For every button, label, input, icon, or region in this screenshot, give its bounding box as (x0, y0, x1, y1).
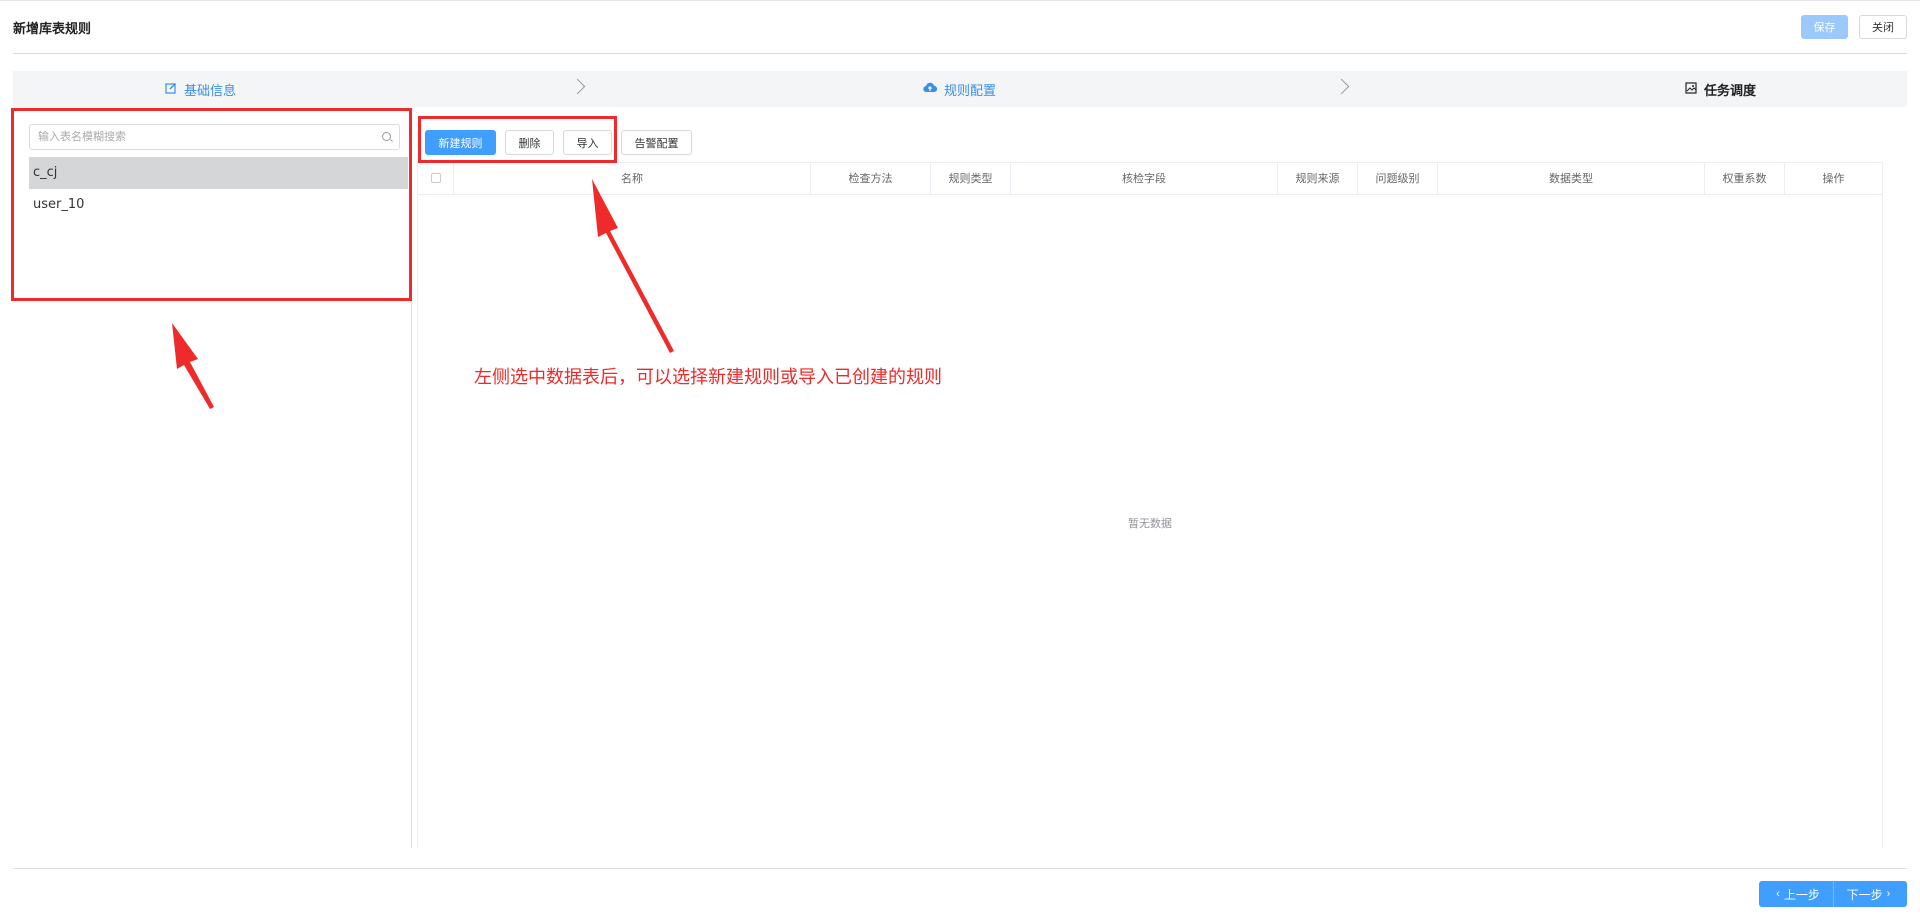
save-button[interactable]: 保存 (1801, 15, 1848, 39)
table-list-panel: c_cj user_10 (13, 108, 412, 848)
table-item-user-10[interactable]: user_10 (29, 189, 408, 221)
column-header-weight: 权重系数 (1705, 163, 1785, 194)
column-header-name: 名称 (454, 163, 811, 194)
new-rule-button[interactable]: 新建规则 (425, 130, 496, 155)
import-button[interactable]: 导入 (563, 130, 612, 155)
column-header-check-method: 检查方法 (811, 163, 931, 194)
step-rule-config[interactable]: 规则配置 (923, 71, 996, 107)
cloud-upload-icon (923, 82, 938, 96)
table-item-c-cj[interactable]: c_cj (29, 157, 408, 189)
step-basic-info[interactable]: 基础信息 (165, 71, 236, 107)
table-search (29, 124, 400, 150)
step-label: 任务调度 (1704, 83, 1757, 99)
column-header-rule-type: 规则类型 (931, 163, 1011, 194)
next-step-button[interactable]: 下一步 › (1834, 881, 1907, 907)
header-divider (13, 53, 1907, 54)
table-header: 名称 检查方法 规则类型 核检字段 规则来源 问题级别 数据类型 权重系数 操作 (418, 163, 1882, 195)
column-header-actions: 操作 (1822, 172, 1845, 185)
column-header-data-type: 数据类型 (1438, 163, 1705, 194)
next-step-label: 下一步 (1846, 887, 1883, 902)
step-chevron-icon (569, 78, 586, 95)
chevron-right-icon: › (1886, 888, 1891, 900)
search-icon[interactable] (382, 132, 391, 141)
picture-icon (1685, 81, 1697, 97)
edit-icon (165, 82, 177, 97)
annotation-text: 左侧选中数据表后，可以选择新建规则或导入已创建的规则 (474, 367, 942, 388)
page-header: 新增库表规则 保存 关闭 (0, 0, 1920, 54)
column-header-rule-source: 规则来源 (1278, 163, 1358, 194)
step-label: 基础信息 (184, 83, 237, 99)
step-chevron-icon (1333, 78, 1350, 95)
prev-step-label: 上一步 (1783, 887, 1820, 902)
rules-table: 名称 检查方法 规则类型 核检字段 规则来源 问题级别 数据类型 权重系数 操作… (417, 162, 1883, 848)
close-button[interactable]: 关闭 (1859, 15, 1907, 39)
column-header-check-field: 核检字段 (1011, 163, 1278, 194)
footer-divider (13, 868, 1907, 869)
page-title: 新增库表规则 (13, 22, 92, 37)
select-all-checkbox[interactable] (418, 163, 454, 194)
table-list: c_cj user_10 (29, 157, 408, 221)
chevron-left-icon: ‹ (1776, 888, 1780, 900)
delete-button[interactable]: 删除 (505, 130, 554, 155)
step-label: 规则配置 (944, 83, 997, 99)
step-pager: ‹ 上一步 下一步 › (1759, 881, 1907, 907)
empty-state-text: 暂无数据 (1128, 517, 1172, 530)
alert-config-button[interactable]: 告警配置 (621, 130, 692, 155)
steps-bar: 基础信息 规则配置 任务调度 (13, 71, 1907, 107)
prev-step-button[interactable]: ‹ 上一步 (1759, 881, 1834, 907)
column-header-issue-level: 问题级别 (1358, 163, 1438, 194)
table-search-input[interactable] (30, 125, 370, 149)
checkbox-icon[interactable] (430, 173, 441, 183)
step-task-schedule[interactable]: 任务调度 (1685, 71, 1756, 107)
